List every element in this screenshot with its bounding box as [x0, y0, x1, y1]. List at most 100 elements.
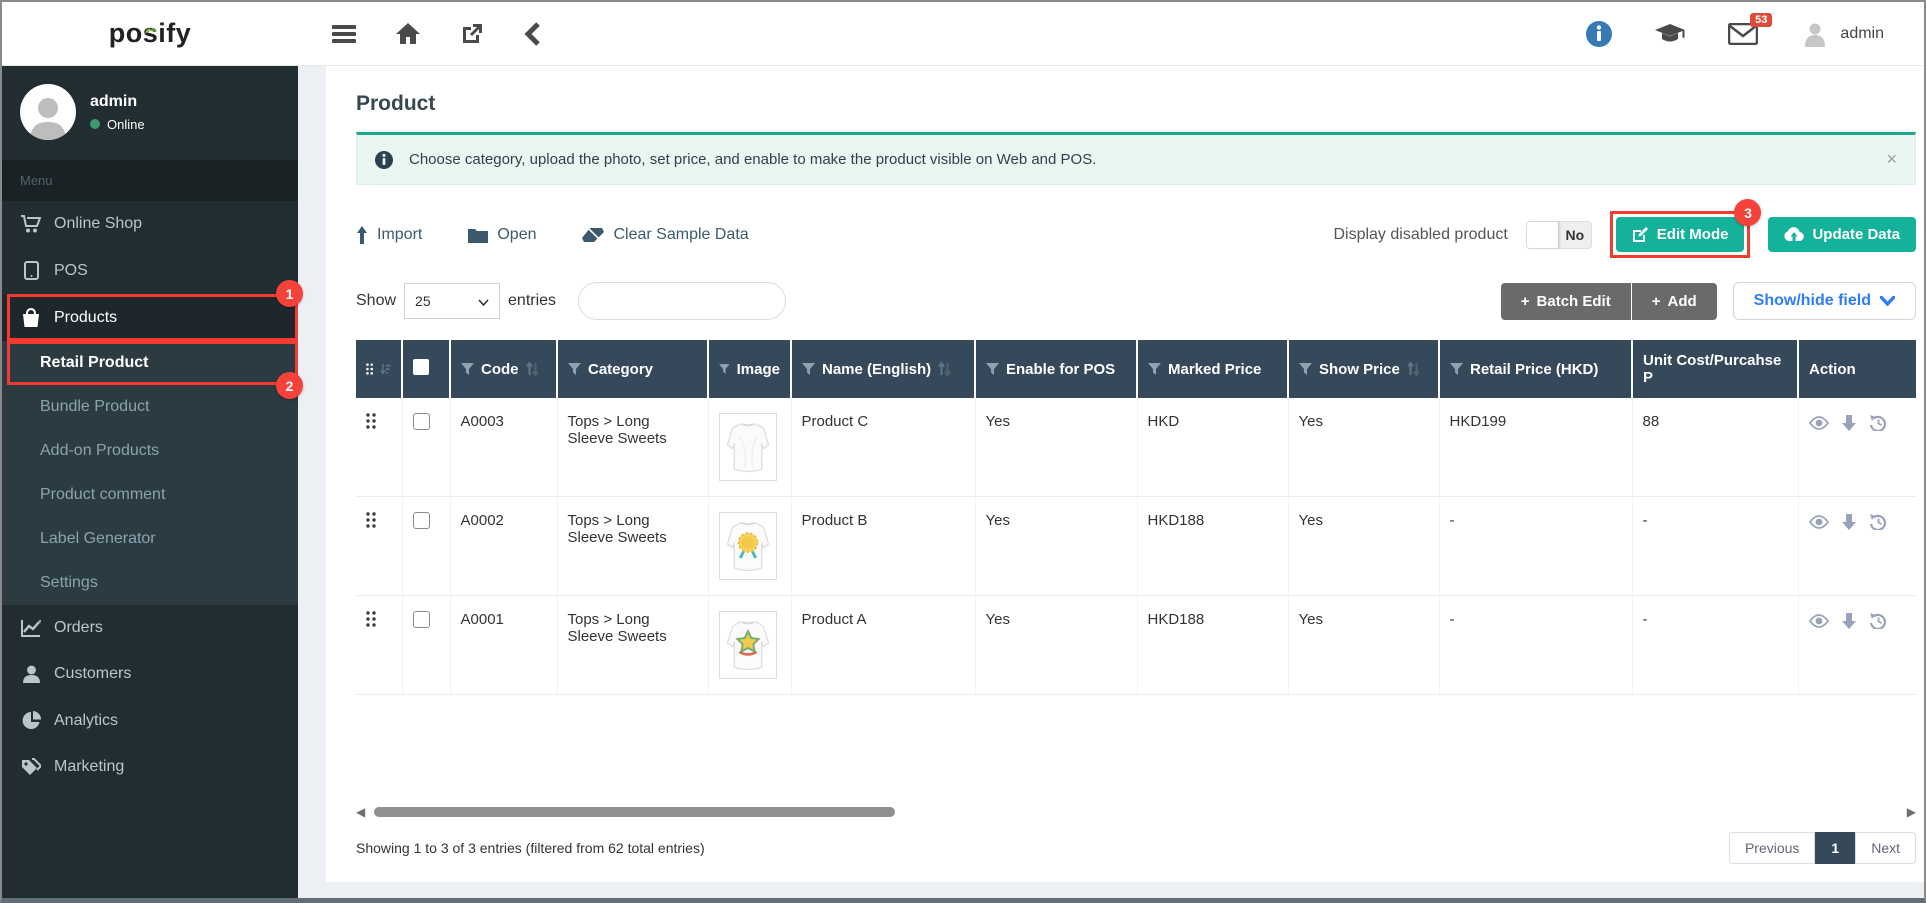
- header-category[interactable]: Category: [557, 340, 708, 398]
- sidebar-item-marketing[interactable]: Marketing: [2, 744, 298, 790]
- user-menu[interactable]: admin: [1800, 19, 1884, 49]
- history-icon[interactable]: [1869, 415, 1886, 431]
- column-reorder-header[interactable]: [356, 340, 402, 398]
- sidebar-item-products[interactable]: Products 1: [2, 294, 298, 341]
- select-all-checkbox[interactable]: [413, 359, 429, 375]
- add-button[interactable]: +Add: [1632, 283, 1717, 320]
- sidebar-item-label-generator[interactable]: Label Generator: [2, 517, 298, 561]
- batch-edit-button[interactable]: +Batch Edit: [1501, 283, 1631, 320]
- product-image-sweater-star[interactable]: [719, 611, 777, 679]
- filter-icon: [802, 363, 815, 375]
- filter-icon: [1450, 363, 1463, 375]
- mail-badge: 53: [1750, 13, 1772, 27]
- history-icon[interactable]: [1869, 613, 1886, 629]
- scroll-thumb[interactable]: [374, 807, 895, 817]
- display-disabled-toggle[interactable]: No: [1526, 221, 1592, 249]
- scroll-right-icon[interactable]: ▶: [1902, 806, 1916, 818]
- product-image-sweater-plain[interactable]: [719, 413, 777, 481]
- search-input[interactable]: [601, 293, 782, 309]
- sidebar-item-retail-product[interactable]: Retail Product 2: [2, 341, 298, 385]
- search-box[interactable]: [578, 282, 786, 320]
- cell-name: Product A: [791, 596, 975, 695]
- edit-mode-button[interactable]: Edit Mode: [1616, 217, 1745, 252]
- sidebar-item-bundle-product[interactable]: Bundle Product: [2, 385, 298, 429]
- row-grip-icon[interactable]: [366, 512, 376, 528]
- page-title: Product: [356, 92, 1916, 116]
- row-checkbox[interactable]: [413, 512, 430, 529]
- plus-icon: +: [1652, 293, 1661, 310]
- entries-summary: Showing 1 to 3 of 3 entries (filtered fr…: [356, 840, 705, 856]
- header-unit-cost[interactable]: Unit Cost/Purcahse P: [1632, 340, 1798, 398]
- pagination: Previous 1 Next: [1729, 832, 1916, 864]
- orders-chart-icon: [20, 619, 42, 637]
- logo-box[interactable]: posify: [2, 18, 298, 49]
- table-controls: Show 25 entries +Batch Edit +Add: [356, 282, 1916, 320]
- customers-icon: [20, 665, 42, 683]
- avatar-icon: [1800, 19, 1830, 49]
- sidebar-item-addon-products[interactable]: Add-on Products: [2, 429, 298, 473]
- cell-marked-price: HKD188: [1137, 497, 1288, 596]
- sidebar-item-analytics[interactable]: Analytics: [2, 697, 298, 744]
- external-link-icon[interactable]: [460, 22, 484, 46]
- view-icon[interactable]: [1809, 515, 1829, 529]
- open-button[interactable]: Open: [468, 226, 536, 244]
- alert-close-icon[interactable]: ×: [1886, 149, 1897, 170]
- header-marked-price[interactable]: Marked Price: [1137, 340, 1288, 398]
- cell-code: A0001: [450, 596, 557, 695]
- download-icon[interactable]: [1842, 514, 1856, 530]
- info-icon[interactable]: [1586, 21, 1612, 47]
- product-image-sweater-medal[interactable]: [719, 512, 777, 580]
- app-window: posify: [0, 0, 1926, 903]
- sidebar-item-online-shop[interactable]: Online Shop: [2, 201, 298, 247]
- header-action: Action: [1798, 340, 1916, 398]
- update-data-button[interactable]: Update Data: [1768, 217, 1916, 252]
- row-checkbox[interactable]: [413, 413, 430, 430]
- next-page-button[interactable]: Next: [1855, 832, 1916, 864]
- sidebar-item-customers[interactable]: Customers: [2, 651, 298, 697]
- sidebar-item-pos[interactable]: POS: [2, 247, 298, 294]
- header-enable-for-pos[interactable]: Enable for POS: [975, 340, 1137, 398]
- view-icon[interactable]: [1809, 614, 1829, 628]
- header-show-price[interactable]: Show Price: [1288, 340, 1439, 398]
- header-retail-price[interactable]: Retail Price (HKD): [1439, 340, 1632, 398]
- history-icon[interactable]: [1869, 514, 1886, 530]
- download-icon[interactable]: [1842, 415, 1856, 431]
- page-1-button[interactable]: 1: [1815, 832, 1855, 864]
- previous-page-button[interactable]: Previous: [1729, 832, 1815, 864]
- table-row: A0001 Tops > Long Sleeve Sweets Product …: [356, 596, 1916, 695]
- cell-category: Tops > Long Sleeve Sweets: [557, 596, 708, 695]
- messages-icon[interactable]: 53: [1728, 23, 1758, 45]
- cell-retail-price: -: [1439, 596, 1632, 695]
- scroll-track[interactable]: [370, 806, 1902, 818]
- cell-enable-pos: Yes: [975, 596, 1137, 695]
- back-chevron-icon[interactable]: [524, 22, 540, 46]
- download-icon[interactable]: [1842, 613, 1856, 629]
- view-icon[interactable]: [1809, 416, 1829, 430]
- sidebar-item-orders[interactable]: Orders: [2, 605, 298, 651]
- cell-marked-price: HKD: [1137, 398, 1288, 497]
- select-all-header[interactable]: [402, 340, 450, 398]
- cell-show-price: Yes: [1288, 398, 1439, 497]
- row-grip-icon[interactable]: [366, 413, 376, 429]
- menu-toggle-icon[interactable]: [332, 24, 356, 44]
- horizontal-scrollbar[interactable]: ◀ ▶: [356, 804, 1916, 820]
- sidebar-item-settings[interactable]: Settings: [2, 561, 298, 605]
- sidebar-user-panel: admin Online: [2, 66, 298, 160]
- main-area: Product Choose category, upload the phot…: [298, 66, 1926, 898]
- header-code[interactable]: Code: [450, 340, 557, 398]
- scroll-left-icon[interactable]: ◀: [356, 806, 370, 818]
- row-checkbox[interactable]: [413, 611, 430, 628]
- page-size-select[interactable]: 25: [404, 283, 500, 319]
- header-image[interactable]: Image: [708, 340, 791, 398]
- tutorial-cap-icon[interactable]: [1654, 22, 1686, 46]
- import-button[interactable]: Import: [356, 226, 422, 244]
- show-hide-field-button[interactable]: Show/hide field: [1733, 282, 1916, 320]
- home-icon[interactable]: [396, 23, 420, 45]
- product-table: Code Category Image: [356, 340, 1916, 695]
- header-name-english[interactable]: Name (English): [791, 340, 975, 398]
- annotation-badge-2: 2: [276, 372, 303, 399]
- clear-sample-data-button[interactable]: Clear Sample Data: [582, 226, 748, 244]
- sidebar-item-product-comment[interactable]: Product comment: [2, 473, 298, 517]
- toggle-knob: [1527, 222, 1559, 248]
- row-grip-icon[interactable]: [366, 611, 376, 627]
